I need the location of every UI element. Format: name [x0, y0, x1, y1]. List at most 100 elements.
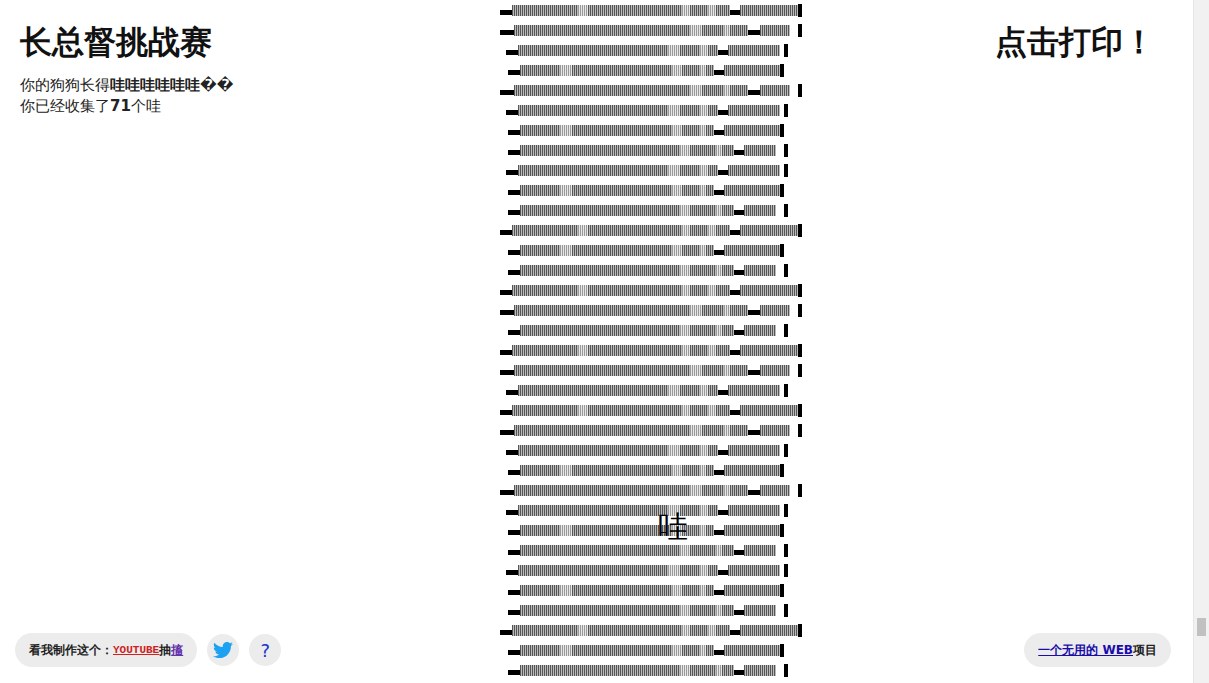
dog-segment [714, 470, 724, 475]
dog-segment [500, 630, 512, 635]
dog-segment [508, 590, 520, 595]
dog-segment [680, 605, 690, 616]
dog-segment [512, 5, 578, 16]
dog-segment [680, 325, 690, 336]
dog-segment [520, 605, 680, 616]
dog-segment [748, 370, 760, 375]
useless-web-link[interactable]: 一个无用的 WEB [1038, 642, 1133, 659]
dog-segment [776, 330, 784, 331]
dog-segment [514, 85, 690, 96]
dog-segment [776, 210, 784, 211]
dog-segment [700, 45, 708, 56]
dog-segment [668, 445, 680, 456]
dog-row [500, 260, 830, 280]
dog-segment [728, 105, 780, 116]
dog-segment [682, 125, 700, 136]
dog-segment [716, 345, 730, 356]
dog-segment [690, 425, 702, 436]
dog-segment [784, 324, 788, 337]
dog-row [500, 460, 830, 480]
dog-segment [512, 285, 578, 296]
dog-segment [728, 505, 780, 516]
dog-segment [578, 5, 588, 16]
dog-segment [572, 245, 672, 256]
dog-segment [784, 164, 788, 177]
dog-segment [572, 585, 672, 596]
dog-segment [680, 145, 690, 156]
dog-segment [708, 345, 716, 356]
dog-segment [578, 405, 588, 416]
dog-row [500, 120, 830, 140]
dog-segment [700, 565, 708, 576]
youtube-link[interactable]: YOUTUBE [113, 644, 159, 656]
dog-segment [578, 225, 588, 236]
dog-segment [514, 365, 690, 376]
dog-segment [560, 245, 572, 256]
dog-row [500, 380, 830, 400]
dog-segment [588, 345, 682, 356]
dog-segment [722, 205, 734, 216]
dog-segment [588, 5, 682, 16]
dog-segment [722, 145, 734, 156]
dog-segment [520, 65, 560, 76]
dog-segment [708, 505, 718, 516]
dog-segment [708, 285, 716, 296]
dog-segment [718, 450, 728, 455]
dog-segment [518, 165, 668, 176]
dog-segment [798, 424, 802, 437]
dog-segment [588, 285, 682, 296]
dog-segment [780, 124, 784, 137]
dog-segment [718, 170, 728, 175]
dog-segment [780, 244, 784, 257]
dog-segment [706, 185, 714, 196]
dog-segment [690, 205, 716, 216]
dog-segment [784, 504, 788, 517]
dog-segment [514, 25, 690, 36]
dog-segment [748, 30, 760, 35]
dog-segment [520, 465, 560, 476]
dog-segment [506, 170, 518, 175]
dog-segment [702, 25, 724, 36]
twitter-icon [213, 640, 233, 660]
dog-segment [690, 405, 708, 416]
dog-segment [520, 125, 560, 136]
dog-segment [518, 505, 668, 516]
dog-segment [784, 44, 788, 57]
dog-segment [780, 64, 784, 77]
dog-segment [690, 345, 708, 356]
dog-segment [708, 165, 718, 176]
dog-segment [740, 405, 798, 416]
twitch-link[interactable]: 搐 [171, 642, 183, 659]
dog-segment [690, 305, 702, 316]
dog-row [500, 140, 830, 160]
dog-segment [714, 250, 724, 255]
dog-segment [680, 165, 700, 176]
dog-segment [588, 225, 682, 236]
scrollbar[interactable] [1193, 0, 1209, 683]
dog-segment [798, 344, 802, 357]
dog-segment [798, 404, 802, 417]
dog-row [500, 320, 830, 340]
dog-segment [784, 104, 788, 117]
dog-segment [724, 465, 780, 476]
dog-segment [740, 225, 798, 236]
dog-segment [682, 345, 690, 356]
dog-segment [506, 510, 518, 515]
dog-segment [734, 610, 744, 615]
help-button[interactable]: ? [249, 634, 281, 666]
dog-segment [734, 270, 744, 275]
dog-segment [798, 284, 802, 297]
dog-segment [702, 85, 724, 96]
dog-row [500, 560, 830, 580]
dog-segment [780, 524, 784, 537]
dog-segment [682, 185, 700, 196]
scrollbar-thumb[interactable] [1197, 618, 1206, 636]
dog-segment [560, 585, 572, 596]
twitter-button[interactable] [207, 634, 239, 666]
dog-segment [730, 230, 740, 235]
dog-segment [724, 585, 780, 596]
dog-row [500, 80, 830, 100]
dog-segment [728, 385, 780, 396]
print-button[interactable]: 点击打印！ [995, 24, 1171, 61]
dog-segment [680, 665, 690, 676]
